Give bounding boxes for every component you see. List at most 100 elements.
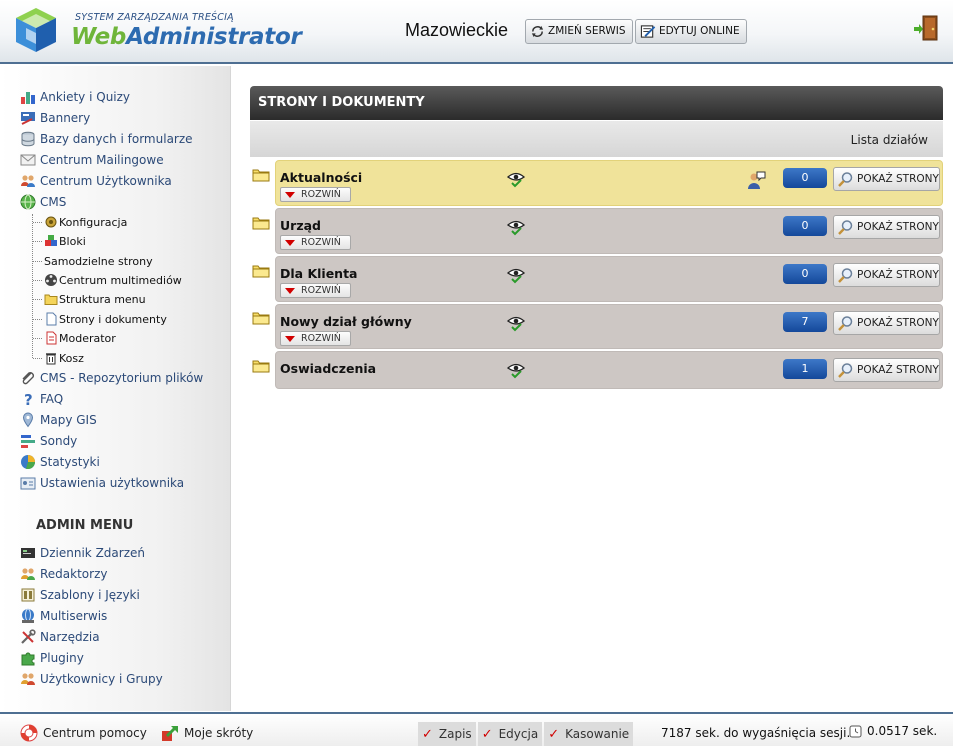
show-pages-button[interactable]: POKAŻ STRONY	[833, 358, 940, 382]
sidebar-item-label: Ankiety i Quizy	[40, 90, 131, 104]
expand-button[interactable]: ROZWIŃ	[280, 331, 351, 346]
clock-icon	[849, 725, 862, 737]
tree-branch	[33, 222, 42, 223]
render-time: 0.0517 sek.	[849, 724, 937, 738]
logout-door-icon[interactable]	[913, 14, 939, 42]
tree-branch	[33, 338, 42, 339]
app-header: SYSTEM ZARZĄDZANIA TREŚCIĄ WebAdministra…	[0, 0, 953, 64]
sidebar-subitem-multimedia-center[interactable]: Centrum multimediów	[44, 272, 182, 288]
help-center-link[interactable]: Centrum pomocy	[20, 724, 147, 742]
sidebar-item-event-log[interactable]: Dziennik Zdarzeń	[20, 544, 145, 562]
folder-icon[interactable]	[252, 168, 270, 182]
expand-button[interactable]: ROZWIŃ	[280, 283, 351, 298]
sidebar-item-label: Redaktorzy	[40, 567, 108, 581]
section-title[interactable]: Urząd	[280, 218, 321, 233]
sidebar-subitem-pages-documents[interactable]: Strony i dokumenty	[44, 311, 167, 327]
tree-branch	[33, 299, 42, 300]
sidebar-item-polls-quizzes[interactable]: Ankiety i Quizy	[20, 88, 130, 106]
folder-icon[interactable]	[252, 216, 270, 230]
section-row-urzad: Urząd ROZWIŃ 0 POKAŻ STRONY	[275, 208, 943, 254]
database-icon	[21, 131, 35, 147]
expand-button[interactable]: ROZWIŃ	[280, 235, 351, 250]
current-site-name: Mazowieckie	[405, 20, 509, 40]
show-pages-button[interactable]: POKAŻ STRONY	[833, 215, 940, 239]
magnifier-icon	[838, 362, 853, 378]
visible-eye-icon[interactable]	[507, 361, 525, 379]
expand-button[interactable]: ROZWIŃ	[280, 187, 351, 202]
tree-branch	[33, 358, 42, 359]
sidebar-item-banners[interactable]: Bannery	[20, 109, 90, 127]
expand-label: ROZWIŃ	[301, 237, 341, 248]
sidebar-item-databases-forms[interactable]: Bazy danych i formularze	[20, 130, 193, 148]
sidebar-item-label: Bazy danych i formularze	[40, 132, 193, 146]
render-time-value: 0.0517 sek.	[867, 724, 938, 738]
change-service-button[interactable]: ZMIEŃ SERWIS	[525, 19, 633, 44]
sidebar-item-tools[interactable]: Narzędzia	[20, 628, 100, 646]
sidebar-item-surveys[interactable]: Sondy	[20, 432, 77, 450]
edit-online-label: EDYTUJ ONLINE	[659, 25, 740, 37]
sidebar-item-faq[interactable]: ? FAQ	[20, 390, 63, 408]
paperclip-icon	[22, 372, 34, 385]
sidebar-subitem-moderator[interactable]: Moderator	[44, 330, 116, 346]
page-count-badge: 0	[783, 264, 827, 284]
sidebar-subitem-configuration[interactable]: Konfiguracja	[44, 214, 127, 230]
sidebar-item-gis-maps[interactable]: Mapy GIS	[20, 411, 97, 429]
sidebar-item-user-center[interactable]: Centrum Użytkownika	[20, 172, 172, 190]
sidebar-subitem-trash[interactable]: Kosz	[44, 350, 84, 366]
triangle-down-icon	[285, 287, 295, 294]
refresh-icon	[531, 25, 544, 38]
visible-eye-icon[interactable]	[507, 266, 525, 284]
permission-label: Kasowanie	[565, 727, 630, 741]
show-pages-label: POKAŻ STRONY	[857, 221, 939, 233]
section-title[interactable]: Oswiadczenia	[280, 361, 376, 376]
sidebar-item-templates-languages[interactable]: Szablony i Języki	[20, 586, 140, 604]
sidebar-item-label: Szablony i Języki	[40, 588, 140, 602]
admin-menu-heading: ADMIN MENU	[36, 518, 134, 533]
section-title[interactable]: Dla Klienta	[280, 266, 358, 281]
edit-online-button[interactable]: EDYTUJ ONLINE	[635, 19, 747, 44]
sidebar-item-user-settings[interactable]: Ustawienia użytkownika	[20, 474, 184, 492]
moderator-user-icon[interactable]	[746, 170, 766, 190]
show-pages-button[interactable]: POKAŻ STRONY	[833, 311, 940, 335]
visible-eye-icon[interactable]	[507, 314, 525, 332]
sidebar-item-plugins[interactable]: Pluginy	[20, 649, 84, 667]
permission-label: Edycja	[498, 727, 539, 741]
template-icon	[21, 588, 35, 602]
visible-eye-icon[interactable]	[507, 170, 525, 188]
magnifier-icon	[838, 219, 853, 235]
folder-icon[interactable]	[252, 359, 270, 373]
section-title[interactable]: Nowy dział główny	[280, 314, 412, 329]
sidebar-item-users-groups[interactable]: Użytkownicy i Grupy	[20, 670, 163, 688]
show-pages-button[interactable]: POKAŻ STRONY	[833, 167, 940, 191]
sidebar-item-multiservice[interactable]: Multiserwis	[20, 607, 107, 625]
sidebar-subitem-menu-structure[interactable]: Struktura menu	[44, 291, 146, 307]
sidebar-item-cms[interactable]: CMS	[20, 193, 66, 211]
question-icon: ?	[24, 391, 33, 407]
my-shortcuts-link[interactable]: Moje skróty	[161, 724, 253, 742]
sidebar-subitem-label: Centrum multimediów	[59, 273, 182, 287]
envelope-icon	[20, 154, 36, 166]
show-pages-label: POKAŻ STRONY	[857, 173, 939, 185]
sidebar-subitem-label: Bloki	[59, 234, 86, 248]
folder-icon[interactable]	[252, 264, 270, 278]
sidebar-item-cms-file-repository[interactable]: CMS - Repozytorium plików	[20, 369, 203, 387]
sidebar-item-label: CMS	[40, 195, 67, 209]
folder-icon[interactable]	[252, 311, 270, 325]
visible-eye-icon[interactable]	[507, 218, 525, 236]
sidebar-subitem-blocks[interactable]: Bloki	[44, 233, 86, 249]
show-pages-label: POKAŻ STRONY	[857, 364, 939, 376]
sidebar-item-editors[interactable]: Redaktorzy	[20, 565, 107, 583]
sidebar-subitem-standalone-pages[interactable]: Samodzielne strony	[44, 253, 153, 269]
sidebar-item-label: Statystyki	[40, 455, 100, 469]
magnifier-icon	[838, 315, 853, 331]
section-list-label: Lista działów	[250, 121, 943, 157]
sidebar: Ankiety i Quizy Bannery Bazy danych i fo…	[0, 66, 231, 711]
sidebar-item-statistics[interactable]: Statystyki	[20, 453, 100, 471]
section-title[interactable]: Aktualności	[280, 170, 362, 185]
show-pages-label: POKAŻ STRONY	[857, 317, 939, 329]
sidebar-item-label: Mapy GIS	[40, 413, 97, 427]
folder-icon	[44, 294, 58, 305]
sidebar-item-mailing-center[interactable]: Centrum Mailingowe	[20, 151, 164, 169]
settings-card-icon	[20, 477, 36, 490]
show-pages-button[interactable]: POKAŻ STRONY	[833, 263, 940, 287]
